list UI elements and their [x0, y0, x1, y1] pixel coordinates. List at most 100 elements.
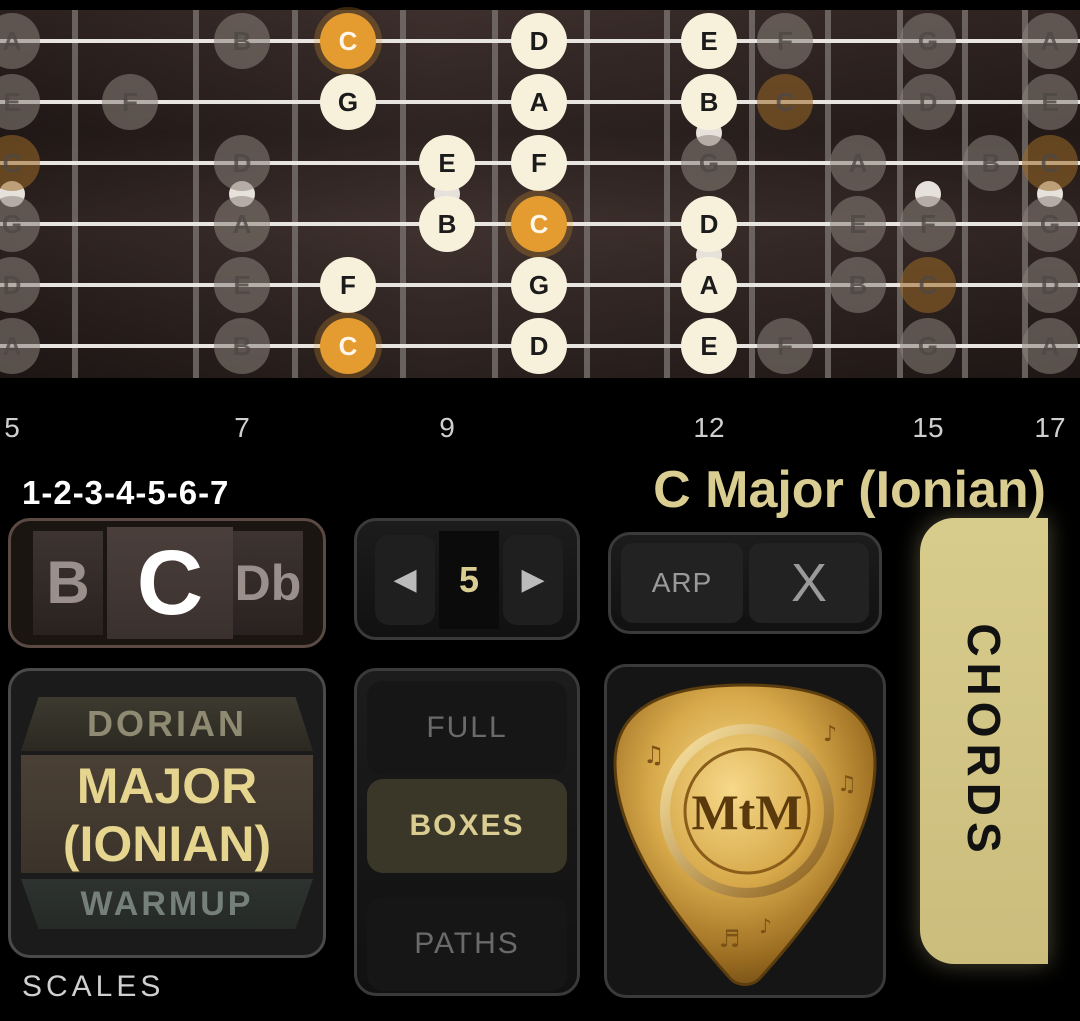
note-marker[interactable]: E [830, 196, 886, 252]
note-marker[interactable]: A [1022, 318, 1078, 374]
clear-button[interactable]: X [749, 543, 869, 623]
arp-button[interactable]: ARP [621, 543, 743, 623]
note-label: B [233, 26, 252, 56]
note-marker[interactable]: D [681, 196, 737, 252]
note-marker[interactable]: C [757, 74, 813, 130]
note-label: E [438, 148, 455, 178]
note-marker[interactable]: A [0, 13, 40, 69]
mode-selector[interactable]: DORIAN MAJOR (IONIAN) WARMUP [8, 668, 326, 958]
note-label: B [700, 87, 719, 117]
note-marker[interactable]: F [320, 257, 376, 313]
note-marker[interactable]: A [511, 74, 567, 130]
note-marker[interactable]: D [214, 135, 270, 191]
note-marker[interactable]: D [0, 257, 40, 313]
note-marker[interactable]: G [681, 135, 737, 191]
note-marker[interactable]: F [757, 318, 813, 374]
note-label: G [1040, 209, 1060, 239]
note-marker[interactable]: D [511, 13, 567, 69]
note-marker[interactable]: G [320, 74, 376, 130]
note-label: B [849, 270, 868, 300]
mode-next[interactable]: WARMUP [21, 879, 313, 929]
note-marker[interactable]: C [0, 135, 40, 191]
note-marker[interactable]: B [419, 196, 475, 252]
note-marker[interactable]: E [681, 13, 737, 69]
triangle-left-icon: ◀ [393, 563, 417, 596]
note-label: D [530, 331, 549, 361]
note-marker[interactable]: E [1022, 74, 1078, 130]
note-marker[interactable]: A [681, 257, 737, 313]
note-label: D [530, 26, 549, 56]
note-marker[interactable]: F [511, 135, 567, 191]
note-label: G [918, 26, 938, 56]
fret-wire [193, 10, 199, 378]
note-marker[interactable]: C [314, 7, 382, 75]
fret-wire [825, 10, 831, 378]
position-selector: ◀ 5 ▶ [354, 518, 580, 640]
note-marker[interactable]: C [900, 257, 956, 313]
note-marker[interactable]: G [0, 196, 40, 252]
scales-label: SCALES [22, 970, 165, 1003]
note-label: E [700, 26, 717, 56]
position-next-button[interactable]: ▶ [503, 535, 563, 625]
triangle-right-icon: ▶ [521, 563, 545, 596]
note-marker[interactable]: A [1022, 13, 1078, 69]
note-marker[interactable]: D [900, 74, 956, 130]
note-label: C [3, 148, 22, 178]
arp-panel: ARP X [608, 532, 882, 634]
mode-current-line1: MAJOR [76, 758, 258, 814]
note-marker[interactable]: A [830, 135, 886, 191]
note-marker[interactable]: G [900, 318, 956, 374]
chords-button[interactable]: CHORDS [920, 518, 1048, 964]
note-label: E [1041, 87, 1058, 117]
note-label: A [1041, 26, 1060, 56]
note-label: F [340, 270, 356, 300]
note-marker[interactable]: B [963, 135, 1019, 191]
note-marker[interactable]: A [214, 196, 270, 252]
view-paths-button[interactable]: PATHS [367, 897, 567, 991]
fret-wire [400, 10, 406, 378]
view-boxes-button[interactable]: BOXES [367, 779, 567, 873]
note-label: C [1041, 148, 1060, 178]
key-current[interactable]: C [107, 527, 233, 639]
note-marker[interactable]: E [0, 74, 40, 130]
key-selector[interactable]: B C Db [8, 518, 326, 648]
note-marker[interactable]: D [511, 318, 567, 374]
guitar-pick-logo: ♫ ♪ ♫ ♬ ♪ MtM [613, 683, 877, 986]
note-label: C [530, 209, 549, 239]
note-label: F [777, 331, 793, 361]
mode-current[interactable]: MAJOR (IONIAN) [21, 755, 313, 873]
note-marker[interactable]: B [214, 318, 270, 374]
note-marker[interactable]: E [214, 257, 270, 313]
fret-wire [584, 10, 590, 378]
view-full-button[interactable]: FULL [367, 681, 567, 775]
note-marker[interactable]: E [681, 318, 737, 374]
note-marker[interactable]: F [900, 196, 956, 252]
note-label: A [530, 87, 549, 117]
note-label: C [339, 26, 358, 56]
mode-prev[interactable]: DORIAN [21, 697, 313, 751]
note-marker[interactable]: B [830, 257, 886, 313]
note-marker[interactable]: B [681, 74, 737, 130]
key-prev[interactable]: B [33, 531, 103, 635]
fretboard[interactable]: A B C D E F G A E F G A B C D E C D E F G A B C G A B C D E F G D E F G A B C D… [0, 0, 1080, 378]
note-marker[interactable]: B [214, 13, 270, 69]
note-marker[interactable]: A [0, 318, 40, 374]
note-marker[interactable]: G [900, 13, 956, 69]
note-marker[interactable]: E [419, 135, 475, 191]
note-marker[interactable]: C [505, 190, 573, 258]
note-marker[interactable]: G [1022, 196, 1078, 252]
position-value: 5 [439, 531, 499, 629]
svg-text:♬: ♬ [719, 925, 741, 953]
key-next[interactable]: Db [233, 531, 303, 635]
note-marker[interactable]: C [1022, 135, 1078, 191]
note-marker[interactable]: G [511, 257, 567, 313]
position-prev-button[interactable]: ◀ [375, 535, 435, 625]
note-label: D [233, 148, 252, 178]
note-marker[interactable]: F [757, 13, 813, 69]
note-marker[interactable]: C [314, 312, 382, 378]
note-marker[interactable]: D [1022, 257, 1078, 313]
note-label: F [920, 209, 936, 239]
logo-panel[interactable]: ♫ ♪ ♫ ♬ ♪ MtM [604, 664, 886, 998]
fret-wire [292, 10, 298, 378]
note-marker[interactable]: F [102, 74, 158, 130]
